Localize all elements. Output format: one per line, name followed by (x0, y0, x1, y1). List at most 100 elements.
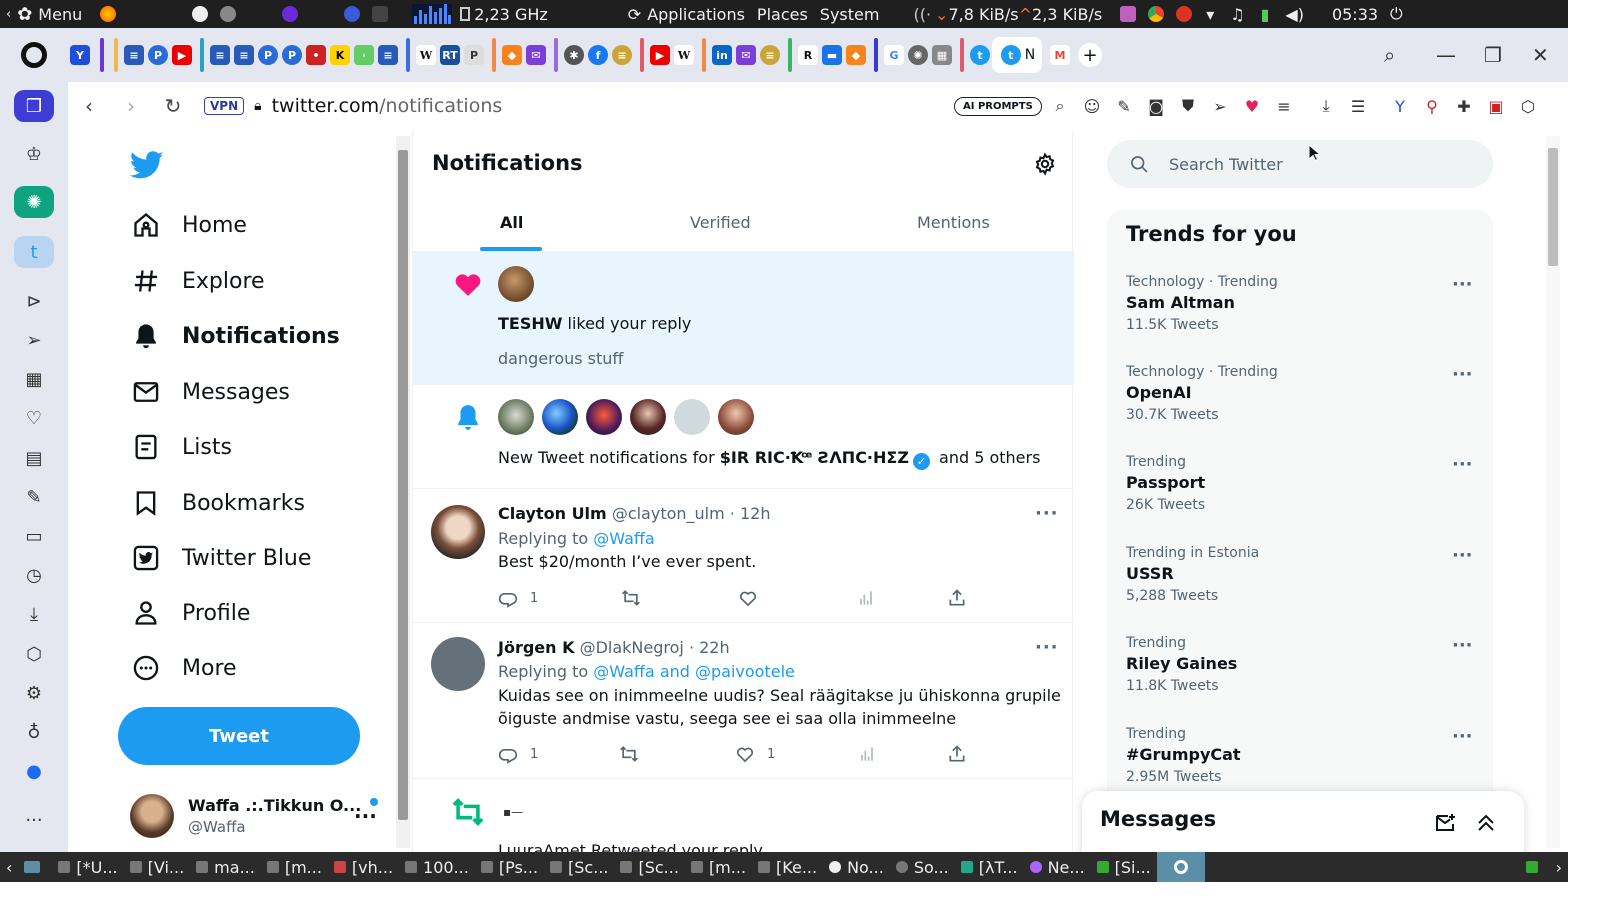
tab-favicon[interactable]: · (354, 45, 374, 65)
opera-logo-icon[interactable] (0, 42, 68, 68)
taskbar-item[interactable]: [*U... (52, 852, 123, 882)
tray-chrome-icon[interactable] (1148, 6, 1165, 22)
facebook-icon[interactable]: f (588, 45, 608, 65)
views-action[interactable] (856, 588, 888, 608)
clock[interactable]: 05:33 (1326, 0, 1384, 28)
applications-menu[interactable]: ⟳ Applications (622, 0, 751, 28)
nav-bookmarks[interactable]: Bookmarks (132, 483, 305, 523)
workspaces-icon[interactable]: ❒ (14, 90, 54, 122)
tab-group[interactable]: Y (68, 35, 108, 75)
chat-bubble-icon[interactable]: ● (14, 755, 54, 787)
emoji-icon[interactable]: ☺ (1076, 97, 1108, 116)
tab-all[interactable]: All (500, 192, 523, 252)
close-window-icon[interactable]: ✕ (1532, 28, 1549, 82)
wifi-signal-icon[interactable]: ▾ (1206, 5, 1214, 24)
more-horizontal-icon[interactable]: ··· (1452, 545, 1473, 566)
gear-icon[interactable] (1033, 152, 1057, 176)
box-icon[interactable]: ⬡ (1512, 97, 1544, 116)
tab-favicon[interactable]: P (464, 45, 484, 65)
linkedin-icon[interactable]: in (712, 45, 732, 65)
more-horizontal-icon[interactable]: ··· (1452, 274, 1473, 295)
tab-favicon[interactable]: R (798, 45, 818, 65)
show-desktop-icon[interactable] (18, 852, 52, 882)
messages-drawer[interactable]: Messages (1082, 791, 1524, 852)
like-action[interactable]: 1 (735, 744, 775, 764)
nav-more[interactable]: More (132, 648, 237, 688)
more-dots-icon[interactable]: ··· (14, 804, 54, 836)
youtube-icon[interactable]: ▶ (172, 45, 192, 65)
trend-item[interactable]: Trending Passport 26K Tweets ··· (1126, 454, 1486, 538)
mail-icon[interactable]: ✉ (526, 45, 546, 65)
lock-icon[interactable]: 🔒︎ (254, 98, 261, 114)
more-horizontal-icon[interactable]: ··· (1452, 454, 1473, 475)
taskbar-item[interactable]: [Vi... (124, 852, 191, 882)
share-action[interactable] (947, 588, 979, 608)
tab-favicon[interactable]: ≡ (612, 45, 632, 65)
download-icon[interactable]: ⤓ (1310, 96, 1342, 116)
tab-group[interactable]: t t N M (960, 35, 1072, 75)
apps-grid-icon[interactable]: ▦ (14, 363, 54, 395)
tips-bulb-icon[interactable]: ♁ (14, 716, 54, 748)
wikipedia-icon[interactable]: W (416, 45, 436, 65)
url-field[interactable]: twitter.com/notifications (272, 95, 503, 117)
tweet-notification[interactable]: New Tweet notifications for $IR RIC·Ꝁꟹ Ƨ… (413, 385, 1074, 489)
tab-group[interactable]: ▶ W (640, 35, 696, 75)
trend-item[interactable]: Technology · Trending Sam Altman 11.5K T… (1126, 274, 1486, 358)
tab-favicon[interactable]: K (330, 45, 350, 65)
tweet-reply[interactable]: Jörgen K @DlakNegroj · 22h ··· Replying … (413, 623, 1074, 779)
minimize-icon[interactable]: — (1436, 28, 1456, 82)
avatar[interactable] (718, 399, 754, 435)
tab-group[interactable]: ≡ P ▶ (114, 35, 194, 75)
more-horizontal-icon[interactable]: ··· (1035, 637, 1059, 658)
back-icon[interactable]: ‹ (68, 94, 110, 118)
mail-icon[interactable]: ✉ (736, 45, 756, 65)
os-menu-button[interactable]: ‹ ✿ Menu (0, 0, 88, 28)
volume-icon[interactable]: ◀) (1285, 5, 1304, 24)
avatar[interactable] (586, 399, 622, 435)
extension-icon[interactable]: Y (1384, 97, 1416, 116)
taskbar-item[interactable]: Ne... (1024, 852, 1091, 882)
tab-favicon[interactable]: ≡ (378, 45, 398, 65)
terminal-icon[interactable] (372, 6, 389, 22)
gmail-icon[interactable]: M (1050, 45, 1070, 65)
tab-group[interactable]: ◆ ✉ (492, 35, 548, 75)
restore-icon[interactable]: ❐ (1484, 28, 1502, 82)
nav-lists[interactable]: Lists (132, 427, 232, 467)
taskbar-item[interactable]: [Sc... (544, 852, 614, 882)
share-action[interactable] (947, 744, 979, 764)
avatar[interactable] (542, 399, 578, 435)
account-switcher[interactable]: Waffa .:.Tikkun O... @Waffa ··· (130, 792, 390, 840)
send-icon[interactable]: ➢ (14, 324, 54, 356)
metamask-icon[interactable]: ◆ (846, 45, 866, 65)
taskbar-scroll-right-icon[interactable]: › (1550, 852, 1568, 882)
notification-user[interactable]: TESHW (498, 314, 562, 333)
tweet-button[interactable]: Tweet (118, 707, 360, 765)
tab-verified[interactable]: Verified (690, 192, 751, 252)
power-icon[interactable]: ⏻ (1384, 0, 1409, 28)
tab-group[interactable]: in ✉ ≡ (702, 35, 782, 75)
lens-icon[interactable]: ⌕ (1044, 96, 1076, 116)
trash-icon[interactable] (1520, 852, 1550, 882)
like-action[interactable] (738, 588, 770, 608)
avatar[interactable] (498, 399, 534, 435)
camera-icon[interactable]: ◙ (1140, 97, 1172, 116)
reload-icon[interactable]: ↻ (152, 94, 194, 118)
nav-twitter-blue[interactable]: Twitter Blue (132, 538, 311, 578)
scrollbar-thumb[interactable] (1548, 148, 1558, 266)
crown-icon[interactable]: ♔ (14, 138, 54, 170)
more-horizontal-icon[interactable]: ··· (354, 804, 377, 828)
scrollbar-thumb[interactable] (398, 150, 408, 820)
tweet-author[interactable]: Clayton Ulm (498, 504, 607, 523)
heart-icon[interactable]: ♥ (1236, 97, 1268, 116)
tweet-reply[interactable]: Clayton Ulm @clayton_ulm · 12h ··· Reply… (413, 489, 1074, 623)
wikipedia-icon[interactable]: W (674, 45, 694, 65)
news-icon[interactable]: ▤ (14, 442, 54, 474)
metamask-icon[interactable]: ◆ (502, 45, 522, 65)
taskbar-item[interactable]: [vh... (328, 852, 399, 882)
more-horizontal-icon[interactable]: ··· (1035, 503, 1059, 524)
chatgpt-icon[interactable]: ✺ (908, 45, 928, 65)
tab-group[interactable]: W RT P (406, 35, 486, 75)
tab-favicon[interactable]: P (148, 45, 168, 65)
tab-favicon[interactable]: ≡ (210, 45, 230, 65)
taskbar-item[interactable]: 100... (399, 852, 475, 882)
